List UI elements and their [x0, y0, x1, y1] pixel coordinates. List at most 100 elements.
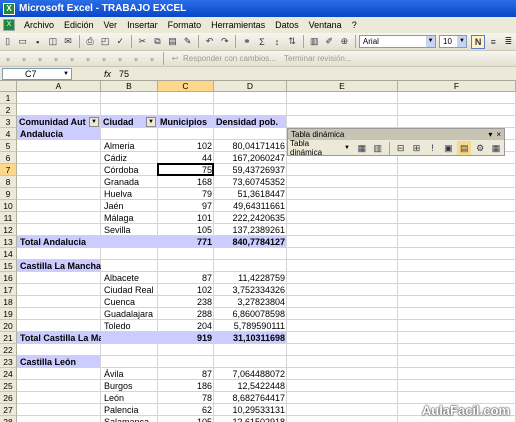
pivot-header-densidad[interactable]: Densidad pob. — [214, 116, 286, 128]
format-painter-icon[interactable]: ✎ — [181, 35, 194, 49]
city-cell[interactable]: Ciudad Real — [104, 284, 158, 296]
save-icon[interactable]: ▪ — [31, 35, 44, 49]
email-icon[interactable]: ✉ — [61, 35, 74, 49]
municipios-cell[interactable]: 186 — [158, 380, 214, 392]
total-municipios[interactable]: 919 — [158, 332, 214, 344]
total-densidad[interactable]: 840,7784127 — [214, 236, 287, 248]
densidad-cell[interactable]: 3,27823804 — [214, 296, 287, 308]
workbook-icon[interactable]: X — [3, 19, 15, 31]
redo-icon[interactable]: ↷ — [218, 35, 231, 49]
name-box[interactable]: C7 ▼ — [2, 67, 72, 80]
row-header-9[interactable]: 9 — [0, 188, 17, 200]
zoom-icon[interactable]: ⊕ — [338, 35, 351, 49]
municipios-cell[interactable]: 62 — [158, 404, 214, 416]
densidad-cell[interactable]: 12,61502918 — [214, 416, 287, 422]
row-header-28[interactable]: 28 — [0, 416, 17, 422]
include-hidden-icon[interactable]: ▣ — [441, 141, 455, 155]
review-icon-6[interactable]: ▫ — [81, 52, 95, 66]
city-cell[interactable]: Palencia — [104, 404, 158, 416]
row-header-17[interactable]: 17 — [0, 284, 17, 296]
end-review-button[interactable]: Terminar revisión... — [284, 54, 352, 63]
total-label[interactable]: Total Andalucia — [20, 236, 101, 248]
city-cell[interactable]: Sevilla — [104, 224, 158, 236]
select-all-corner[interactable] — [0, 81, 17, 92]
reply-changes-button[interactable]: Responder con cambios... — [183, 54, 276, 63]
pivot-table-menu[interactable]: Tabla dinámica — [290, 139, 343, 157]
formula-input[interactable]: 75 — [119, 69, 129, 79]
row-header-23[interactable]: 23 — [0, 356, 17, 368]
city-cell[interactable]: Burgos — [104, 380, 158, 392]
row-header-19[interactable]: 19 — [0, 308, 17, 320]
row-header-11[interactable]: 11 — [0, 212, 17, 224]
city-cell[interactable]: Granada — [104, 176, 158, 188]
field-dropdown-icon[interactable]: ▼ — [146, 117, 156, 127]
new-icon[interactable]: ▯ — [1, 35, 14, 49]
chevron-down-icon[interactable]: ▾ — [488, 129, 492, 140]
font-size-select[interactable]: 10 ▼ — [439, 35, 468, 48]
undo-icon[interactable]: ↶ — [203, 35, 216, 49]
pivot-header-municipios[interactable]: Municipios — [158, 116, 213, 128]
row-header-8[interactable]: 8 — [0, 176, 17, 188]
review-icon-9[interactable]: ▫ — [129, 52, 143, 66]
drawing-icon[interactable]: ✐ — [323, 35, 336, 49]
chart-wizard-icon[interactable]: ▥ — [308, 35, 321, 49]
row-header-20[interactable]: 20 — [0, 320, 17, 332]
bold-button[interactable]: N — [471, 34, 485, 49]
total-densidad[interactable]: 31,10311698 — [214, 332, 287, 344]
densidad-cell[interactable]: 167,2060247 — [214, 152, 287, 164]
city-cell[interactable]: Albacete — [104, 272, 158, 284]
cut-icon[interactable]: ✂ — [136, 35, 149, 49]
show-detail-icon[interactable]: ⊞ — [410, 141, 424, 155]
field-list-icon[interactable]: ▦ — [489, 141, 503, 155]
municipios-cell[interactable]: 168 — [158, 176, 214, 188]
densidad-cell[interactable]: 8,682764417 — [214, 392, 287, 404]
city-cell[interactable]: Guadalajara — [104, 308, 158, 320]
col-header-a[interactable]: A — [17, 81, 101, 92]
col-header-b[interactable]: B — [101, 81, 158, 92]
densidad-cell[interactable]: 3,752334326 — [214, 284, 287, 296]
city-cell[interactable]: Ávila — [104, 368, 158, 380]
font-name-select[interactable]: Arial ▼ — [358, 35, 437, 48]
field-settings-icon[interactable]: ⚙ — [473, 141, 487, 155]
field-dropdown-icon[interactable]: ▼ — [89, 117, 99, 127]
menu-ventana[interactable]: Ventana — [304, 17, 347, 33]
align-center-icon[interactable]: ≣ — [502, 35, 515, 49]
municipios-cell[interactable]: 105 — [158, 416, 214, 422]
print-icon[interactable]: ⎙ — [83, 35, 96, 49]
open-icon[interactable]: ▭ — [16, 35, 29, 49]
municipios-cell[interactable]: 79 — [158, 188, 214, 200]
col-header-f[interactable]: F — [398, 81, 516, 92]
menu-herramientas[interactable]: Herramientas — [206, 17, 270, 33]
municipios-cell[interactable]: 78 — [158, 392, 214, 404]
menu-datos[interactable]: Datos — [270, 17, 304, 33]
city-cell[interactable]: Cádiz — [104, 152, 158, 164]
row-header-16[interactable]: 16 — [0, 272, 17, 284]
row-header-14[interactable]: 14 — [0, 248, 17, 260]
row-header-5[interactable]: 5 — [0, 140, 17, 152]
menu-formato[interactable]: Formato — [163, 17, 207, 33]
format-report-icon[interactable]: ▦ — [355, 141, 369, 155]
row-header-6[interactable]: 6 — [0, 152, 17, 164]
align-left-icon[interactable]: ≡ — [487, 35, 500, 49]
municipios-cell[interactable]: 101 — [158, 212, 214, 224]
densidad-cell[interactable]: 11,4228759 — [214, 272, 287, 284]
row-header-7[interactable]: 7 — [0, 164, 17, 176]
row-header-4[interactable]: 4 — [0, 128, 17, 140]
col-header-c[interactable]: C — [158, 81, 214, 92]
review-icon-2[interactable]: ▫ — [17, 52, 31, 66]
fx-icon[interactable]: fx — [104, 69, 111, 79]
densidad-cell[interactable]: 10,29533131 — [214, 404, 287, 416]
city-cell[interactable]: Huelva — [104, 188, 158, 200]
city-cell[interactable]: Toledo — [104, 320, 158, 332]
densidad-cell[interactable]: 59,43726937 — [214, 164, 287, 176]
city-cell[interactable]: Málaga — [104, 212, 158, 224]
menu-archivo[interactable]: Archivo — [19, 17, 59, 33]
menu-ver[interactable]: Ver — [99, 17, 123, 33]
spelling-icon[interactable]: ✓ — [114, 35, 127, 49]
autosum-icon[interactable]: Σ — [255, 35, 268, 49]
city-cell[interactable]: Córdoba — [104, 164, 158, 176]
col-header-d[interactable]: D — [214, 81, 287, 92]
row-header-22[interactable]: 22 — [0, 344, 17, 356]
row-header-24[interactable]: 24 — [0, 368, 17, 380]
row-header-26[interactable]: 26 — [0, 392, 17, 404]
